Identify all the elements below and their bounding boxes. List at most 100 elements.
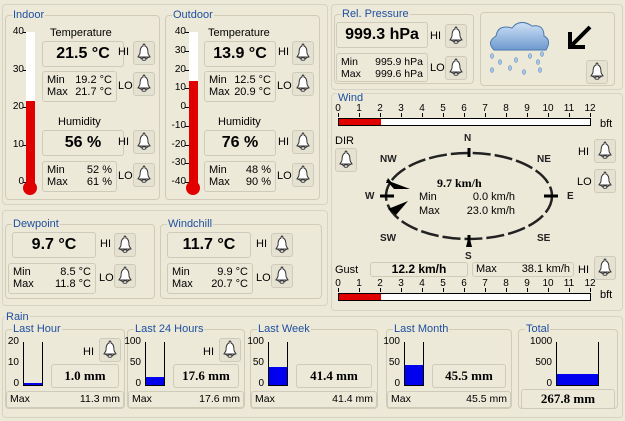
windchill-max: 20.7 °C [211, 278, 248, 290]
rain-gauge [556, 342, 599, 386]
min-label: Min [47, 74, 65, 86]
compass-n: N [464, 133, 472, 144]
bell-icon [136, 42, 152, 64]
bft-tick-mark [359, 113, 360, 117]
pressure-trend-arrow-icon [568, 25, 592, 49]
bft-tick-mark [548, 113, 549, 117]
wind-speed-value: 9.7 km/h [437, 176, 482, 190]
min-label: Min [419, 191, 437, 203]
outdoor-temp-max: 20.9 °C [234, 86, 271, 98]
rain-max-value: 11.3 mm [79, 393, 120, 405]
rain-hi-alarm-button[interactable] [219, 338, 241, 362]
indoor-temperature-minmax: Min 19.2 °C Max 21.7 °C [42, 71, 117, 102]
bell-icon [136, 73, 152, 95]
bft-unit: bft [600, 118, 613, 130]
max-label: Max [172, 278, 193, 290]
gust-beaufort-bar [338, 293, 591, 301]
rain-scale-tick: 10 [7, 357, 19, 368]
rain-gauge [268, 342, 288, 386]
forecast-alarm-button[interactable] [586, 60, 608, 84]
rain-gauge-fill [405, 365, 423, 385]
rain-group-title: Last Week [257, 323, 311, 336]
min-label: Min [209, 74, 227, 86]
windchill-min: 9.9 °C [217, 266, 248, 278]
rain-gauge-fill [269, 367, 287, 385]
scale-tick-label: 10 [12, 138, 24, 150]
pressure-lo-alarm-button[interactable] [445, 56, 467, 80]
windchill-hi-alarm-button[interactable] [271, 233, 293, 257]
bft-tick-mark [527, 288, 528, 292]
rain-gauge-fill [146, 377, 164, 385]
scale-tick-label: -30 [171, 157, 186, 169]
max-label: Max [47, 176, 68, 188]
wind-max: Max 23.0 km/h [419, 205, 515, 217]
bft-tick-mark [548, 288, 549, 292]
gust-max-value: 38.1 km/h [521, 263, 570, 275]
lo-label: LO [118, 80, 133, 92]
scale-tick-label: -40 [171, 176, 186, 187]
hi-label: HI [256, 238, 267, 250]
indoor-hum-hi-alarm-button[interactable] [133, 130, 155, 154]
outdoor-temp-hi-alarm-button[interactable] [292, 41, 314, 65]
indoor-temp-hi-alarm-button[interactable] [133, 41, 155, 65]
outdoor-thermometer-bulb [186, 181, 200, 195]
bft-tick-mark [443, 113, 444, 117]
rain-max: Max 17.6 mm [128, 391, 244, 408]
rain-scale-tick: 0 [135, 378, 141, 389]
pressure-title: Rel. Pressure [341, 8, 410, 21]
min-label: Min [172, 266, 190, 278]
rain-max-value: 45.5 mm [466, 393, 507, 405]
gust-hi-alarm-button[interactable] [594, 256, 616, 280]
lo-label: LO [277, 80, 292, 92]
dewpoint-hi-alarm-button[interactable] [114, 233, 136, 257]
wind-direction-pointer [466, 235, 472, 247]
bell-icon [102, 339, 118, 361]
wind-hi-alarm-button[interactable] [594, 139, 616, 163]
rain-scale-tick: 0 [546, 378, 552, 389]
indoor-hum-lo-alarm-button[interactable] [133, 163, 155, 187]
pressure-hi-alarm-button[interactable] [445, 24, 467, 48]
rain-hi-alarm-button[interactable] [99, 338, 121, 362]
indoor-thermometer-fill [26, 101, 35, 184]
scale-tick-label: 40 [174, 26, 186, 37]
dewpoint-lo-alarm-button[interactable] [114, 264, 136, 288]
indoor-temperature-label: Temperature [50, 27, 112, 39]
windchill-lo-alarm-button[interactable] [271, 264, 293, 288]
rain-scale-tick: 50 [252, 357, 264, 368]
max-label: Max [476, 263, 497, 275]
outdoor-temp-lo-alarm-button[interactable] [292, 72, 314, 96]
lo-label: LO [577, 176, 592, 188]
rain-scale-tick: 100 [383, 336, 400, 347]
gust-label: Gust [335, 264, 359, 276]
rain-group-title: Last Month [393, 323, 450, 336]
indoor-title: Indoor [12, 9, 46, 22]
wind-min-value: 0.0 km/h [472, 191, 515, 203]
bft-tick-mark [590, 288, 591, 292]
outdoor-hum-hi-alarm-button[interactable] [292, 130, 314, 154]
bell-icon [117, 265, 133, 287]
indoor-temp-lo-alarm-button[interactable] [133, 72, 155, 96]
max-label: Max [47, 86, 68, 98]
compass-s: S [465, 251, 472, 262]
rain-scale-tick: 0 [394, 378, 400, 389]
wind-lo-alarm-button[interactable] [594, 169, 616, 193]
indoor-hum-max: 61 % [86, 176, 112, 188]
max-label: Max [391, 393, 411, 405]
rain-scale-tick: 50 [129, 357, 141, 368]
bft-tick-mark [590, 113, 591, 117]
indoor-humidity-label: Humidity [58, 116, 101, 128]
dewpoint-value: 9.7 °C [12, 232, 96, 258]
max-label: Max [10, 393, 30, 405]
wind-beaufort-fill [339, 119, 381, 125]
wind-direction-alarm-button[interactable] [335, 148, 357, 172]
wind-max-value: 23.0 km/h [466, 205, 515, 217]
bell-icon [295, 73, 311, 95]
lo-label: LO [99, 272, 114, 284]
outdoor-hum-lo-alarm-button[interactable] [292, 163, 314, 187]
rain-max: Max 41.4 mm [251, 391, 377, 408]
bft-tick-mark [359, 288, 360, 292]
rain-max: Max 11.3 mm [6, 391, 124, 408]
bft-tick-mark [506, 288, 507, 292]
hi-label: HI [278, 46, 289, 58]
bft-tick-mark [380, 113, 381, 117]
